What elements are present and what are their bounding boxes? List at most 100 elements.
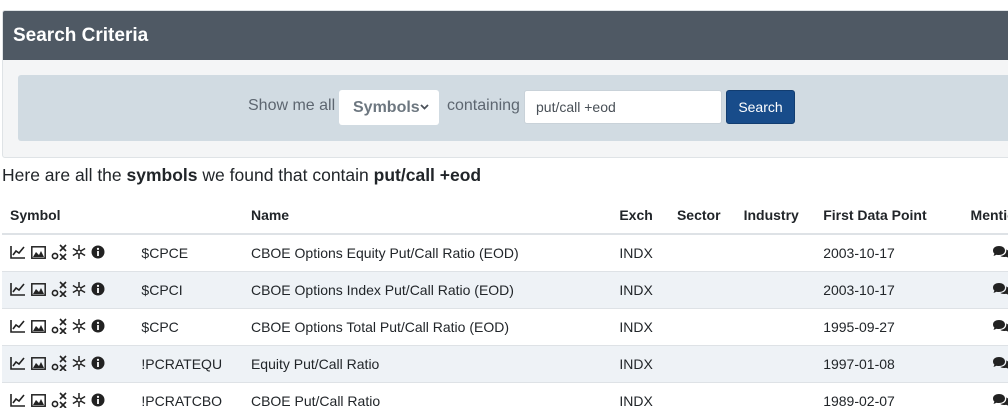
results-type: symbols: [127, 165, 198, 185]
table-body: $CPCECBOE Options Equity Put/Call Ratio …: [2, 234, 1008, 419]
containing-label: containing: [447, 97, 520, 115]
col-first-data-point[interactable]: First Data Point: [823, 196, 970, 234]
symbol-link[interactable]: $CPCI: [141, 272, 251, 309]
symbol-name: CBOE Options Index Put/Call Ratio (EOD): [251, 272, 619, 309]
mentions-cell: [971, 309, 1008, 346]
symbol-industry: [744, 383, 824, 419]
symbol-industry: [744, 234, 824, 272]
chevron-down-icon: [420, 90, 429, 140]
search-criteria-panel: Search Criteria Show me all Symbols cont…: [2, 10, 1008, 158]
symbol-sector: [677, 346, 744, 383]
col-symbol[interactable]: Symbol: [2, 196, 141, 234]
info-icon[interactable]: [91, 282, 105, 296]
mentions-icon[interactable]: [992, 246, 1008, 262]
col-industry[interactable]: Industry: [744, 196, 824, 234]
first-data-point: 2003-10-17: [823, 272, 970, 309]
symbol-exchange: INDX: [619, 272, 677, 309]
symbol-name: CBOE Put/Call Ratio: [251, 383, 619, 419]
results-summary: Here are all the symbols we found that c…: [2, 165, 481, 186]
area-chart-icon[interactable]: [31, 283, 46, 296]
line-chart-icon[interactable]: [10, 356, 26, 370]
symbol-sector: [677, 309, 744, 346]
symbol-link[interactable]: !PCRATCBO: [141, 383, 251, 419]
pnf-chart-icon[interactable]: [51, 318, 67, 334]
show-me-all-label: Show me all: [248, 97, 335, 115]
first-data-point: 1997-01-08: [823, 346, 970, 383]
col-mentions[interactable]: Mentions: [971, 196, 1008, 234]
mentions-cell: [971, 234, 1008, 272]
col-name[interactable]: Name: [251, 196, 619, 234]
pnf-chart-icon[interactable]: [51, 281, 67, 297]
area-chart-icon[interactable]: [31, 320, 46, 333]
search-button[interactable]: Search: [726, 90, 795, 124]
symbol-industry: [744, 272, 824, 309]
row-chart-icons: [2, 272, 141, 309]
table-row[interactable]: !PCRATEQUEquity Put/Call RatioINDX 1997-0…: [2, 346, 1008, 383]
symbol-name: Equity Put/Call Ratio: [251, 346, 619, 383]
symbol-industry: [744, 309, 824, 346]
symbol-sector: [677, 234, 744, 272]
results-middle: we found that contain: [202, 165, 368, 185]
row-chart-icons: [2, 234, 141, 272]
seasonality-icon[interactable]: [72, 282, 86, 296]
pnf-chart-icon[interactable]: [51, 355, 67, 371]
info-icon[interactable]: [91, 356, 105, 370]
info-icon[interactable]: [91, 245, 105, 259]
search-type-value: Symbols: [353, 99, 420, 116]
search-type-select[interactable]: Symbols: [339, 90, 439, 125]
seasonality-icon[interactable]: [72, 245, 86, 259]
area-chart-icon[interactable]: [31, 357, 46, 370]
seasonality-icon[interactable]: [72, 319, 86, 333]
area-chart-icon[interactable]: [31, 394, 46, 407]
info-icon[interactable]: [91, 393, 105, 407]
symbol-sector: [677, 383, 744, 419]
mentions-cell: [971, 383, 1008, 419]
first-data-point: 1995-09-27: [823, 309, 970, 346]
symbol-link[interactable]: $CPCE: [141, 234, 251, 272]
table-row[interactable]: $CPCECBOE Options Equity Put/Call Ratio …: [2, 234, 1008, 272]
first-data-point: 2003-10-17: [823, 234, 970, 272]
mentions-cell: [971, 346, 1008, 383]
search-input[interactable]: [524, 90, 722, 124]
table-row[interactable]: !PCRATCBOCBOE Put/Call RatioINDX 1989-02-…: [2, 383, 1008, 419]
results-table: Symbol Name Exch Sector Industry First D…: [2, 196, 1008, 419]
results-query: put/call +eod: [374, 165, 481, 185]
symbol-exchange: INDX: [619, 309, 677, 346]
mentions-cell: [971, 272, 1008, 309]
symbol-link[interactable]: $CPC: [141, 309, 251, 346]
symbol-exchange: INDX: [619, 383, 677, 419]
col-exch[interactable]: Exch: [619, 196, 677, 234]
results-prefix: Here are all the: [2, 165, 122, 185]
mentions-icon[interactable]: [992, 357, 1008, 373]
line-chart-icon[interactable]: [10, 393, 26, 407]
table-row[interactable]: $CPCICBOE Options Index Put/Call Ratio (…: [2, 272, 1008, 309]
pnf-chart-icon[interactable]: [51, 392, 67, 408]
symbol-link[interactable]: !PCRATEQU: [141, 346, 251, 383]
mentions-icon[interactable]: [992, 320, 1008, 336]
row-chart-icons: [2, 346, 141, 383]
seasonality-icon[interactable]: [72, 356, 86, 370]
row-chart-icons: [2, 383, 141, 419]
table-header-row: Symbol Name Exch Sector Industry First D…: [2, 196, 1008, 234]
mentions-icon[interactable]: [992, 394, 1008, 410]
symbol-name: CBOE Options Total Put/Call Ratio (EOD): [251, 309, 619, 346]
table-row[interactable]: $CPCCBOE Options Total Put/Call Ratio (E…: [2, 309, 1008, 346]
row-chart-icons: [2, 309, 141, 346]
col-symbol-text: [141, 196, 251, 234]
info-icon[interactable]: [91, 319, 105, 333]
symbol-exchange: INDX: [619, 234, 677, 272]
area-chart-icon[interactable]: [31, 246, 46, 259]
first-data-point: 1989-02-07: [823, 383, 970, 419]
col-sector[interactable]: Sector: [677, 196, 744, 234]
mentions-icon[interactable]: [992, 283, 1008, 299]
symbol-exchange: INDX: [619, 346, 677, 383]
line-chart-icon[interactable]: [10, 282, 26, 296]
symbol-sector: [677, 272, 744, 309]
line-chart-icon[interactable]: [10, 245, 26, 259]
pnf-chart-icon[interactable]: [51, 244, 67, 260]
symbol-industry: [744, 346, 824, 383]
symbol-name: CBOE Options Equity Put/Call Ratio (EOD): [251, 234, 619, 272]
seasonality-icon[interactable]: [72, 393, 86, 407]
panel-title: Search Criteria: [3, 11, 1008, 60]
line-chart-icon[interactable]: [10, 319, 26, 333]
